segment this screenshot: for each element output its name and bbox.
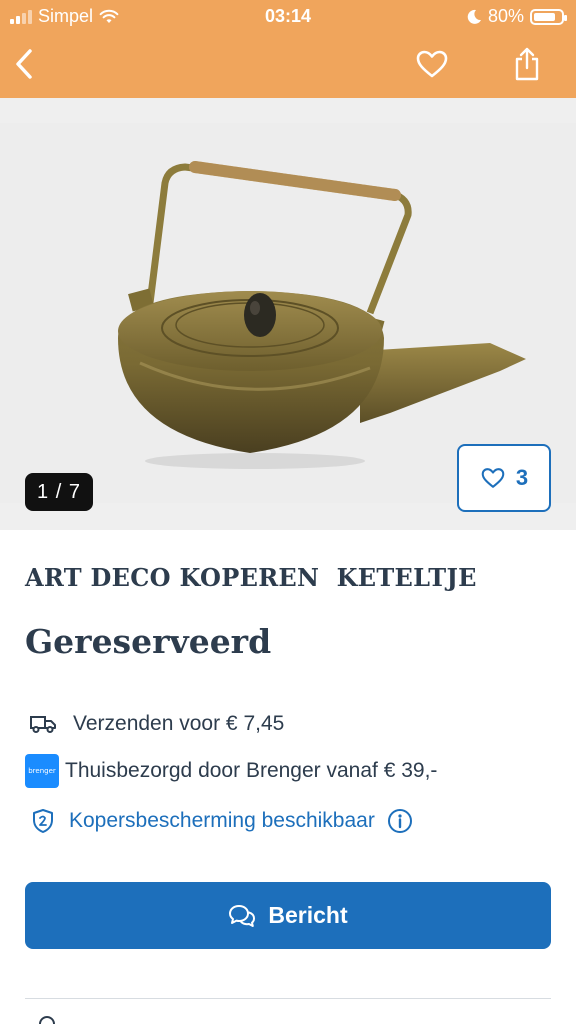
battery-icon [530, 8, 567, 25]
back-button[interactable] [2, 40, 46, 88]
heart-outline-icon [416, 50, 448, 78]
battery-percent: 80% [487, 6, 524, 26]
like-button[interactable]: 3 [457, 444, 551, 512]
brenger-row: brenger Thuisbezorgd door Brenger vanaf … [25, 754, 437, 788]
like-count: 3 [515, 465, 529, 490]
divider [25, 998, 551, 999]
share-icon [515, 47, 539, 81]
buyer-protection-link[interactable]: Kopersbescherming beschikbaar [25, 805, 413, 837]
share-button[interactable] [505, 40, 549, 88]
favorite-button[interactable] [410, 40, 454, 88]
chat-bubbles-icon [229, 904, 256, 927]
brenger-logo: brenger [25, 754, 59, 788]
status-bar: Simpel 03:14 80% [0, 0, 576, 34]
shield-icon [33, 809, 53, 833]
photo-gallery[interactable]: 1 / 7 3 [0, 98, 576, 530]
partial-row [25, 1012, 551, 1024]
listing-title: ART DECO KOPEREN KETELTJE [25, 563, 477, 592]
user-icon [39, 1016, 55, 1024]
shipping-text: Verzenden voor € 7,45 [73, 712, 285, 735]
message-button-label: Bericht [268, 902, 348, 928]
moon-icon [467, 9, 481, 24]
message-button[interactable]: Bericht [25, 882, 551, 949]
buyer-protection-text: Kopersbescherming beschikbaar [69, 809, 375, 832]
battery-fill [534, 12, 555, 21]
photo-counter: 1 / 7 [25, 473, 93, 511]
shipping-row: Verzenden voor € 7,45 [25, 708, 284, 740]
listing-status: Gereserveerd [25, 622, 272, 661]
heart-outline-icon [481, 468, 505, 488]
brenger-text: Thuisbezorgd door Brenger vanaf € 39,- [65, 759, 438, 782]
top-bar: Simpel 03:14 80% [0, 0, 576, 98]
info-icon[interactable] [387, 808, 413, 834]
truck-icon [30, 716, 56, 733]
chevron-left-icon [16, 49, 32, 79]
